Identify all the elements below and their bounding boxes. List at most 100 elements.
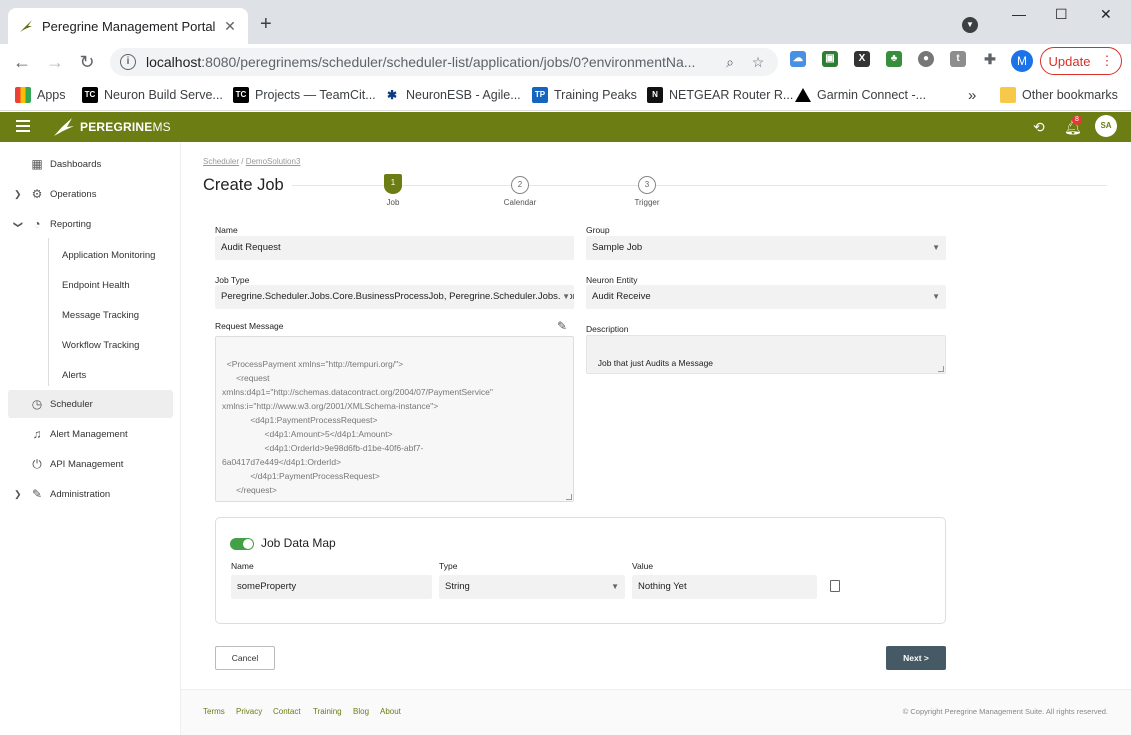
- job-data-map-toggle[interactable]: [230, 538, 254, 550]
- chevron-right-icon: ❯: [14, 188, 22, 199]
- more-bookmarks-chevron-icon[interactable]: »: [968, 86, 976, 104]
- sidebar-item-reporting[interactable]: ❯ ◔ Reporting: [8, 210, 173, 238]
- browser-tab-bar: Peregrine Management Portal ✕ + ▼ — ☐ ✕: [0, 0, 1131, 44]
- x-extension-icon[interactable]: X: [854, 51, 870, 67]
- wrench-icon: ✎: [31, 487, 43, 501]
- pie-chart-icon: ◔: [33, 217, 41, 231]
- minimize-icon[interactable]: —: [1012, 6, 1026, 22]
- tab-search-icon[interactable]: ▼: [962, 17, 978, 33]
- request-message-textarea[interactable]: <ProcessPayment xmlns="http://tempuri.or…: [215, 336, 574, 502]
- reload-icon[interactable]: ↻: [77, 52, 97, 72]
- sidebar-sub-alerts[interactable]: Alerts: [62, 370, 86, 381]
- site-info-icon[interactable]: i: [120, 54, 136, 70]
- bookmark-training-peaks[interactable]: TP Training Peaks: [532, 86, 637, 104]
- user-avatar[interactable]: SA: [1095, 115, 1117, 137]
- address-bar[interactable]: i localhost:8080/peregrinems/scheduler/s…: [110, 48, 778, 76]
- extensions-puzzle-icon[interactable]: ✚: [982, 51, 998, 67]
- brand-logo[interactable]: PEREGRINE MS: [52, 117, 171, 137]
- name-input[interactable]: Audit Request: [215, 236, 574, 260]
- sidebar-sub-message-tracking[interactable]: Message Tracking: [62, 310, 139, 321]
- resize-handle[interactable]: [566, 494, 572, 500]
- sidebar-sub-endpoint-health[interactable]: Endpoint Health: [62, 280, 130, 291]
- page-title: Create Job: [203, 176, 284, 194]
- peregrine-favicon-icon: [18, 18, 34, 34]
- step-marker: 1: [384, 174, 402, 194]
- update-button[interactable]: Update ⋮: [1040, 47, 1122, 75]
- step-trigger[interactable]: 3 Trigger: [617, 176, 677, 207]
- dropdown-caret-icon: ▼: [932, 243, 940, 252]
- jdm-type-select[interactable]: String ▼: [439, 575, 625, 599]
- sidebar-sub-application-monitoring[interactable]: Application Monitoring: [62, 250, 155, 261]
- window-close-icon[interactable]: ✕: [1100, 6, 1112, 23]
- image-extension-icon[interactable]: ▣: [822, 51, 838, 67]
- browser-tab[interactable]: Peregrine Management Portal ✕: [8, 8, 248, 44]
- sidebar-sub-workflow-tracking[interactable]: Workflow Tracking: [62, 340, 139, 351]
- trainingpeaks-icon: TP: [532, 87, 548, 103]
- sidebar-item-alert-management[interactable]: ♫ Alert Management: [8, 420, 173, 448]
- gear-icon: ⚙: [31, 187, 43, 201]
- bookmark-apps[interactable]: Apps: [15, 86, 66, 104]
- t-extension-icon[interactable]: t: [950, 51, 966, 67]
- description-textarea[interactable]: Job that just Audits a Message: [586, 335, 946, 374]
- step-job[interactable]: 1 Job: [363, 174, 423, 207]
- bookmark-garmin[interactable]: Garmin Connect -...: [795, 86, 926, 104]
- neuron-entity-select[interactable]: Audit Receive ▼: [586, 285, 946, 309]
- jdm-name-input[interactable]: someProperty: [231, 575, 432, 599]
- sidebar-item-operations[interactable]: ❯ ⚙ Operations: [8, 180, 173, 208]
- copy-icon[interactable]: [830, 580, 840, 592]
- bookmark-netgear[interactable]: N NETGEAR Router R...: [647, 86, 793, 104]
- jdm-type-label: Type: [439, 561, 458, 571]
- bookmark-star-icon[interactable]: ☆: [748, 54, 768, 71]
- copyright-text: © Copyright Peregrine Management Suite. …: [902, 707, 1108, 716]
- jdm-value-input[interactable]: Nothing Yet: [632, 575, 817, 599]
- forward-icon[interactable]: →: [45, 52, 65, 72]
- sidebar-item-scheduler[interactable]: ◷ Scheduler: [8, 390, 173, 418]
- hamburger-menu-icon[interactable]: [16, 120, 30, 132]
- footer-link-training[interactable]: Training: [313, 707, 342, 716]
- dropdown-caret-icon: ▼: [560, 285, 570, 309]
- cloud-extension-icon[interactable]: ☁: [790, 51, 806, 67]
- footer-link-terms[interactable]: Terms: [203, 707, 225, 716]
- sidebar-item-dashboards[interactable]: ▦ Dashboards: [8, 150, 173, 178]
- footer-link-blog[interactable]: Blog: [353, 707, 369, 716]
- apps-grid-icon: [15, 87, 31, 103]
- circle-extension-icon[interactable]: ●: [918, 51, 934, 67]
- footer-link-about[interactable]: About: [380, 707, 401, 716]
- bookmark-neuronesb-agile[interactable]: ✱ NeuronESB - Agile...: [384, 86, 521, 104]
- breadcrumb-link-solution[interactable]: DemoSolution3: [246, 157, 301, 166]
- footer-link-privacy[interactable]: Privacy: [236, 707, 262, 716]
- sidebar-item-api-management[interactable]: ⏻ API Management: [8, 450, 173, 478]
- dropdown-caret-icon: ▼: [932, 292, 940, 301]
- step-calendar[interactable]: 2 Calendar: [490, 176, 550, 207]
- sidebar-item-administration[interactable]: ❯ ✎ Administration: [8, 480, 173, 508]
- next-button[interactable]: Next >: [886, 646, 946, 670]
- folder-icon: [1000, 87, 1016, 103]
- bookmark-projects-teamcity[interactable]: TC Projects — TeamCit...: [233, 86, 376, 104]
- name-label: Name: [215, 225, 238, 235]
- back-icon[interactable]: ←: [12, 52, 32, 72]
- history-icon[interactable]: ⟲: [1033, 119, 1045, 136]
- profile-avatar[interactable]: M: [1011, 50, 1033, 72]
- tab-close-icon[interactable]: ✕: [222, 18, 238, 35]
- other-bookmarks[interactable]: Other bookmarks: [1000, 86, 1118, 104]
- cancel-button[interactable]: Cancel: [215, 646, 275, 670]
- tab-title: Peregrine Management Portal: [42, 18, 216, 34]
- footer-link-contact[interactable]: Contact: [273, 707, 301, 716]
- dashboard-icon: ▦: [31, 157, 43, 171]
- group-select[interactable]: Sample Job ▼: [586, 236, 946, 260]
- maximize-icon[interactable]: ☐: [1055, 6, 1068, 23]
- job-type-select[interactable]: Peregrine.Scheduler.Jobs.Core.BusinessPr…: [215, 285, 574, 309]
- bookmark-neuron-build[interactable]: TC Neuron Build Serve...: [82, 86, 223, 104]
- zoom-icon[interactable]: ⌕: [720, 54, 740, 71]
- breadcrumb: Scheduler / DemoSolution3: [203, 157, 301, 166]
- breadcrumb-link-scheduler[interactable]: Scheduler: [203, 157, 239, 166]
- new-tab-button[interactable]: +: [260, 14, 272, 34]
- jdm-value-label: Value: [632, 561, 654, 571]
- evernote-extension-icon[interactable]: ♣: [886, 51, 902, 67]
- pencil-edit-icon[interactable]: ✎: [557, 319, 567, 333]
- group-label: Group: [586, 225, 610, 235]
- resize-handle[interactable]: [938, 366, 944, 372]
- teamcity-icon: TC: [233, 87, 249, 103]
- step-marker: 3: [638, 176, 656, 194]
- url-text[interactable]: localhost:8080/peregrinems/scheduler/sch…: [146, 54, 712, 70]
